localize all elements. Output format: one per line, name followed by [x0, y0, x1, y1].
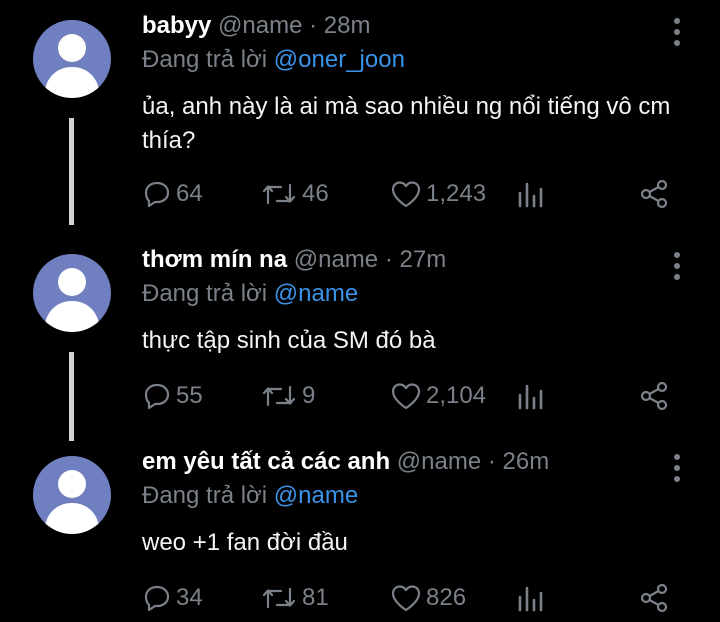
replying-to-label: Đang trả lời [142, 280, 268, 307]
mention-link[interactable]: @name [274, 482, 358, 509]
share-icon [640, 583, 668, 613]
tweet-header: em yêu tất cả các anh @name · 26m [142, 448, 549, 476]
retweet-button[interactable]: 81 [260, 578, 329, 618]
tweet-actions: 55 9 2,104 [142, 376, 682, 416]
retweet-icon [262, 587, 296, 609]
tweet-text: thực tập sinh của SM đó bà [142, 327, 436, 354]
comment-icon [144, 383, 170, 410]
display-name[interactable]: babyy [142, 12, 211, 39]
avatar-head-shape [58, 34, 86, 62]
replying-to: Đang trả lời @oner_joon [142, 46, 405, 74]
tweet-text: weo +1 fan đời đầu [142, 529, 348, 556]
mention-link[interactable]: @oner_joon [274, 46, 405, 73]
analytics-button[interactable] [515, 376, 545, 416]
tweet-actions: 64 46 1,243 [142, 174, 682, 214]
replying-to: Đang trả lời @name [142, 482, 358, 510]
avatar[interactable] [33, 456, 111, 534]
analytics-button[interactable] [515, 578, 545, 618]
retweet-count: 9 [302, 382, 316, 409]
reply-button[interactable]: 55 [142, 376, 203, 416]
heart-icon [391, 383, 421, 410]
avatar-body-shape [45, 301, 99, 332]
like-button[interactable]: 826 [390, 578, 466, 618]
timestamp[interactable]: 28m [324, 12, 371, 39]
separator-dot: · [309, 12, 318, 39]
like-count: 1,243 [426, 180, 487, 207]
like-count: 826 [426, 584, 467, 611]
heart-icon [391, 181, 421, 208]
display-name[interactable]: em yêu tất cả các anh [142, 448, 390, 475]
share-icon [640, 179, 668, 209]
user-handle[interactable]: @name [218, 12, 302, 39]
analytics-icon [518, 384, 543, 410]
avatar-body-shape [45, 503, 99, 534]
more-vertical-icon[interactable] [667, 454, 687, 488]
comment-icon [144, 181, 170, 208]
replying-to: Đang trả lời @name [142, 280, 358, 308]
separator-dot: · [384, 246, 393, 273]
reply-button[interactable]: 34 [142, 578, 203, 618]
replying-to-label: Đang trả lời [142, 482, 268, 509]
avatar-body-shape [45, 67, 99, 98]
like-count: 2,104 [426, 382, 487, 409]
reply-count: 55 [176, 382, 203, 409]
share-button[interactable] [638, 578, 670, 618]
reply-count: 34 [176, 584, 203, 611]
heart-icon [391, 585, 421, 612]
avatar-head-shape [58, 268, 86, 296]
retweet-count: 46 [302, 180, 329, 207]
avatar[interactable] [33, 20, 111, 98]
reply-count: 64 [176, 180, 203, 207]
separator-dot: · [487, 448, 496, 475]
share-button[interactable] [638, 174, 670, 214]
more-vertical-icon[interactable] [667, 252, 687, 286]
comment-icon [144, 585, 170, 612]
avatar[interactable] [33, 254, 111, 332]
tweet-header: babyy @name · 28m [142, 12, 370, 40]
share-icon [640, 381, 668, 411]
display-name[interactable]: thơm mín na [142, 246, 287, 273]
retweet-icon [262, 183, 296, 205]
tweet-actions: 34 81 826 [142, 578, 682, 618]
like-button[interactable]: 2,104 [390, 376, 486, 416]
like-button[interactable]: 1,243 [390, 174, 486, 214]
timestamp[interactable]: 26m [503, 448, 550, 475]
retweet-icon [262, 385, 296, 407]
user-handle[interactable]: @name [294, 246, 378, 273]
timestamp[interactable]: 27m [400, 246, 447, 273]
more-vertical-icon[interactable] [667, 18, 687, 52]
retweet-count: 81 [302, 584, 329, 611]
thread-connector-line [69, 352, 74, 441]
analytics-icon [518, 586, 543, 612]
tweet-text: ủa, anh này là ai mà sao nhiều ng nổi ti… [142, 93, 671, 154]
thread-connector-line [69, 118, 74, 225]
reply-button[interactable]: 64 [142, 174, 203, 214]
user-handle[interactable]: @name [397, 448, 481, 475]
tweet-header: thơm mín na @name · 27m [142, 246, 446, 274]
retweet-button[interactable]: 9 [260, 376, 315, 416]
replying-to-label: Đang trả lời [142, 46, 268, 73]
share-button[interactable] [638, 376, 670, 416]
retweet-button[interactable]: 46 [260, 174, 329, 214]
avatar-head-shape [58, 470, 86, 498]
analytics-icon [518, 182, 543, 208]
analytics-button[interactable] [515, 174, 545, 214]
mention-link[interactable]: @name [274, 280, 358, 307]
reply-thread: babyy @name · 28m Đang trả lời @oner_joo… [0, 0, 720, 622]
